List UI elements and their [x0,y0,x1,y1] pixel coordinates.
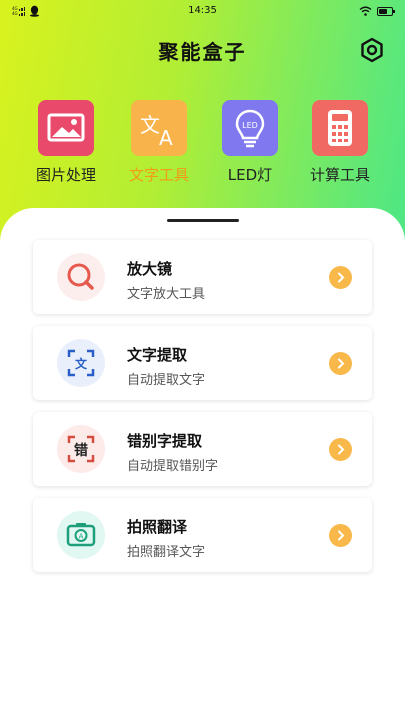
settings-icon[interactable] [359,37,385,63]
image-icon [47,113,85,142]
translate-icon: 文 A [140,113,173,150]
card-subtitle: 拍照翻译文字 [127,545,206,560]
battery-icon [377,6,395,16]
card-typo-extract[interactable]: 错 错别字提取 自动提取错别字 [33,412,372,486]
card-icon-bg [57,253,105,301]
tool-text-tools[interactable]: 文 A 文字工具 [114,100,204,185]
tool-icon-bg: LED [222,100,278,156]
card-icon-bg: 文 [57,339,105,387]
svg-text:A: A [79,533,84,541]
status-time: 14:35 [188,5,217,16]
card-title: 文字提取 [127,346,188,364]
battery-level [379,8,387,14]
tool-label: 文字工具 [128,166,189,184]
card-subtitle: 自动提取文字 [127,373,206,388]
text-scan-icon: 文 [67,349,95,377]
tool-image-processing[interactable]: 图片处理 [21,100,111,185]
drag-handle[interactable] [167,219,239,222]
card-icon-bg: A [57,511,105,559]
lightbulb-icon: LED [235,109,265,148]
page-title: 聚能盒子 [158,40,247,64]
card-icon-bg: 错 [57,425,105,473]
svg-text:LED: LED [242,121,258,130]
card-title: 放大镜 [127,260,173,278]
card-magnifier[interactable]: 放大镜 文字放大工具 [33,240,372,314]
wifi-icon [359,6,372,16]
tool-row: 图片处理 文 A 文字工具 LED LED灯 计算工具 [0,100,405,190]
tool-icon-bg [312,100,368,156]
tool-label: 图片处理 [35,166,96,184]
card-subtitle: 文字放大工具 [127,287,206,302]
chevron-right-icon[interactable] [329,266,352,289]
svg-text:文: 文 [140,113,160,137]
card-photo-translate[interactable]: A 拍照翻译 拍照翻译文字 [33,498,372,572]
tool-icon-bg: 文 A [131,100,187,156]
chevron-right-icon[interactable] [329,352,352,375]
feature-panel: 放大镜 文字放大工具 文 文字提取 自动提取文字 错 错别字提取 自动提取错别字 [0,208,405,728]
tool-calculator[interactable]: 计算工具 [295,100,385,185]
tool-led-light[interactable]: LED LED灯 [205,100,295,185]
typo-scan-icon: 错 [67,435,95,463]
magnifier-icon [67,263,94,290]
card-title: 拍照翻译 [127,518,188,536]
status-right [359,6,395,16]
chevron-right-icon[interactable] [329,524,352,547]
chevron-right-icon[interactable] [329,438,352,461]
svg-text:文: 文 [75,356,88,371]
svg-text:错: 错 [74,442,88,459]
card-text-extract[interactable]: 文 文字提取 自动提取文字 [33,326,372,400]
card-subtitle: 自动提取错别字 [127,459,219,474]
svg-text:A: A [159,126,173,150]
tool-label: 计算工具 [309,166,370,184]
tool-label: LED灯 [227,166,273,184]
tool-icon-bg [38,100,94,156]
card-title: 错别字提取 [127,432,203,450]
camera-icon: A [66,523,96,547]
calculator-icon [328,110,352,146]
status-bar: 4G 4G 14:35 [0,0,405,24]
